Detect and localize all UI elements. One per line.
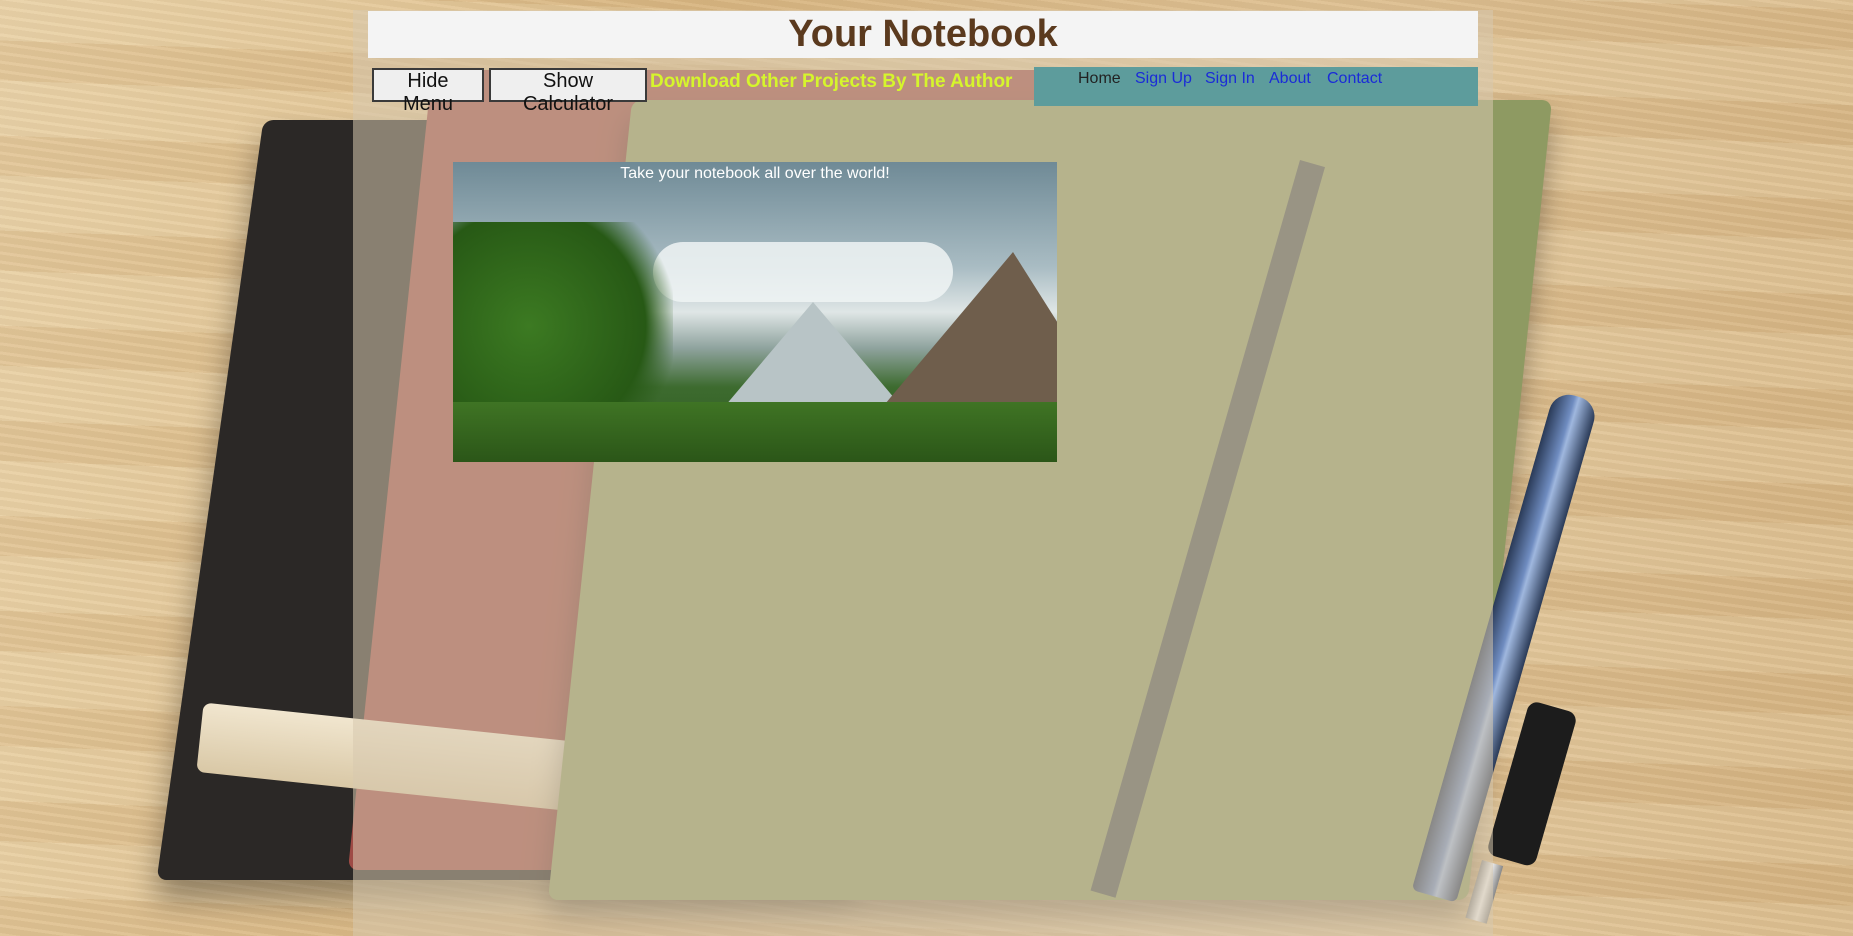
nav-item-home[interactable]: Home (1078, 70, 1121, 88)
nav-menu: Home Sign Up Sign In About Contact (1034, 67, 1478, 106)
nav-item-sign-in[interactable]: Sign In (1205, 70, 1255, 88)
nav-item-about[interactable]: About (1269, 70, 1311, 88)
show-calculator-button[interactable]: Show Calculator (489, 68, 647, 115)
title-bar: Your Notebook (368, 11, 1478, 58)
hero-banner-image: Take your notebook all over the world! (453, 162, 1057, 462)
page-content-column (353, 10, 1493, 936)
download-projects-link[interactable]: Download Other Projects By The Author (650, 71, 1012, 93)
page-title: Your Notebook (788, 13, 1058, 55)
hide-menu-button[interactable]: Hide Menu (372, 68, 484, 115)
hero-forest-ground (453, 402, 1057, 462)
nav-item-sign-up[interactable]: Sign Up (1135, 70, 1192, 88)
nav-item-contact[interactable]: Contact (1327, 70, 1382, 88)
hero-caption: Take your notebook all over the world! (620, 165, 890, 182)
